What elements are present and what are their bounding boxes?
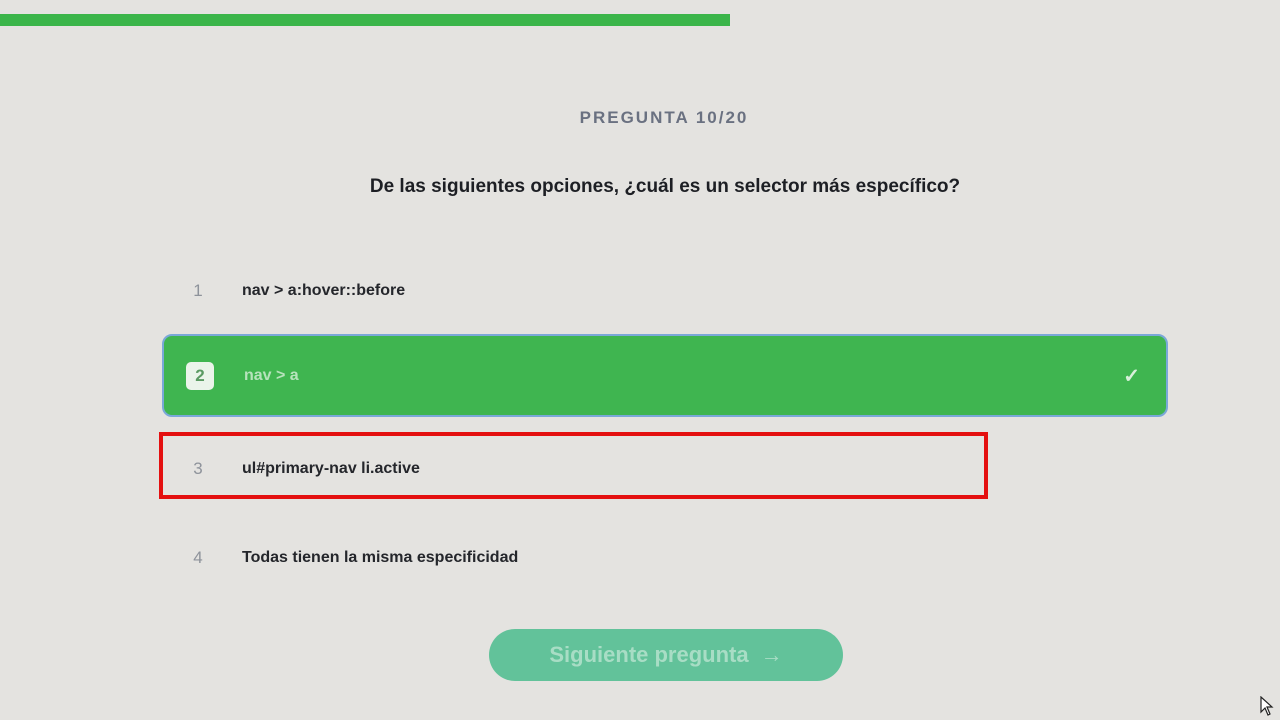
progress-bar-fill [0, 14, 730, 26]
answer-option-4[interactable]: 4 Todas tienen la misma especificidad [162, 518, 1168, 598]
option-label: nav > a [244, 366, 299, 384]
option-number: 3 [193, 459, 203, 478]
option-label: Todas tienen la misma especificidad [242, 549, 519, 566]
answer-option-1[interactable]: 1 nav > a:hover::before [162, 251, 1168, 331]
arrow-right-icon: → [760, 642, 783, 667]
mouse-cursor-icon [1260, 696, 1274, 716]
answer-option-2[interactable]: 2 nav > a ✓ [162, 334, 1168, 417]
option-label: ul#primary-nav li.active [242, 460, 420, 477]
next-question-label: Siguiente pregunta [549, 642, 749, 667]
option-number: 2 [186, 361, 214, 390]
option-number: 4 [193, 548, 203, 567]
check-icon: ✓ [1123, 365, 1140, 387]
question-counter: PREGUNTA 10/20 [579, 108, 749, 127]
option-number: 1 [193, 281, 203, 300]
progress-bar [0, 14, 1280, 26]
question-title: De las siguientes opciones, ¿cuál es un … [369, 176, 961, 197]
option-label: nav > a:hover::before [242, 282, 406, 299]
answer-option-3[interactable]: 3 ul#primary-nav li.active [162, 429, 1168, 509]
next-question-button[interactable]: Siguiente pregunta → [489, 629, 843, 681]
